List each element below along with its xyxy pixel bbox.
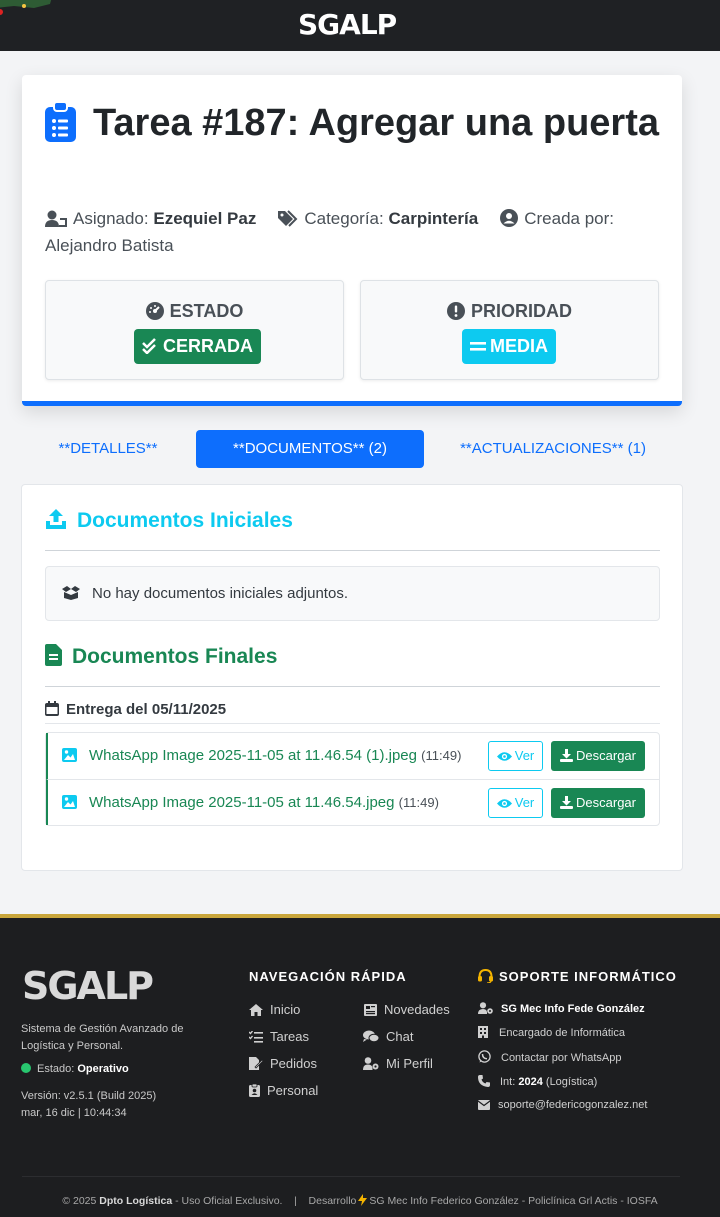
eye-icon [496,799,512,808]
footer-link-personal[interactable]: Personal [249,1083,318,1098]
footer: SGALP Sistema de Gestión Avanzado de Log… [0,914,720,1217]
tab-actualizaciones[interactable]: **ACTUALIZACIONES** (1) [440,430,666,468]
file-signature-icon [249,1057,264,1070]
footer-link-pedidos[interactable]: Pedidos [249,1056,317,1071]
footer-datetime: mar, 16 dic | 10:44:34 [21,1107,127,1119]
support-internal: Int: 2024 (Logística) [478,1075,597,1088]
calendar-icon [45,701,59,716]
footer-link-chat[interactable]: Chat [363,1029,413,1044]
prioridad-box: PRIORIDAD MEDIA [360,280,659,380]
view-button[interactable]: Ver [488,741,543,771]
task-title: Tarea #187: Agregar una puerta [93,102,659,144]
bolt-icon [358,1194,368,1206]
download-icon [560,796,574,809]
app-logo[interactable]: SGALP [298,8,397,41]
system-status: Estado: Operativo [21,1063,129,1075]
assigned-label: Asignado: [73,209,149,228]
documents-card: Documentos Iniciales No hay documentos i… [21,484,683,871]
category-value: Carpintería [388,209,479,228]
box-open-icon [62,586,80,600]
user-icon [45,210,67,227]
category-label: Categoría: [304,209,384,228]
equals-icon [470,342,486,351]
estado-label: ESTADO [46,301,343,322]
top-navbar: SGALP [0,0,720,51]
footer-link-novedades[interactable]: Novedades [363,1002,450,1017]
initial-docs-title: Documentos Iniciales [45,508,293,533]
status-dot-icon [21,1063,31,1073]
building-icon [478,1026,488,1038]
status-badge: CERRADA [134,329,261,364]
footer-link-tareas[interactable]: Tareas [248,1029,309,1044]
footer-copyright: © 2025 Dpto Logística - Uso Oficial Excl… [62,1194,658,1207]
priority-badge: MEDIA [462,329,556,364]
tasks-icon [248,1030,263,1043]
assigned-value: Ezequiel Paz [153,209,257,228]
nav-heading: NAVEGACIÓN RÁPIDA [249,969,407,984]
download-button[interactable]: Descargar [551,788,645,818]
envelope-icon [477,1100,491,1110]
prioridad-label: PRIORIDAD [361,301,658,322]
download-button[interactable]: Descargar [551,741,645,771]
footer-link-inicio[interactable]: Inicio [249,1002,300,1017]
upload-icon [46,509,66,529]
footer-version: Versión: v2.5.1 (Build 2025) mar, 16 dic … [21,1090,157,1119]
eye-icon [496,752,512,761]
user-cog-icon [363,1057,379,1070]
footer-logo: SGALP [22,964,154,1008]
view-button[interactable]: Ver [488,788,543,818]
support-heading: SOPORTE INFORMÁTICO [478,968,677,984]
file-link[interactable]: WhatsApp Image 2025-11-05 at 11.46.54 (1… [89,747,461,764]
initial-docs-empty: No hay documentos iniciales adjuntos. [45,566,660,621]
comments-icon [363,1030,380,1043]
file-row: WhatsApp Image 2025-11-05 at 11.46.54.jp… [46,779,659,825]
exclamation-circle-icon [446,302,465,320]
task-header-card: Tarea #187: Agregar una puerta Asignado:… [22,75,682,406]
support-email-link[interactable]: soporte@federicogonzalez.net [477,1099,647,1111]
task-meta: Asignado: Ezequiel Paz Categoría: Carpint… [45,205,665,259]
delivery-date: Entrega del 05/11/2025 [45,701,226,718]
check-double-icon [142,338,156,355]
newspaper-icon [364,1004,377,1016]
footer-description: Sistema de Gestión Avanzado de Logística… [21,1023,184,1052]
tab-documentos[interactable]: **DOCUMENTOS** (2) [196,430,424,468]
created-value: Alejandro Batista [45,236,174,255]
estado-box: ESTADO CERRADA [45,280,344,380]
file-link[interactable]: WhatsApp Image 2025-11-05 at 11.46.54.jp… [89,794,439,811]
user-circle-icon [500,209,519,227]
divider [45,723,660,724]
file-row: WhatsApp Image 2025-11-05 at 11.46.54 (1… [46,733,659,779]
final-docs-title: Documentos Finales [45,644,277,669]
clipboard-user-icon [249,1083,260,1097]
user-cog-icon [478,1002,493,1014]
footer-link-perfil[interactable]: Mi Perfil [363,1056,433,1071]
image-icon [62,748,77,762]
divider [45,686,660,687]
support-role: Encargado de Informática [478,1026,625,1039]
support-name: SG Mec Info Fede González [478,1002,645,1015]
gauge-icon [145,302,164,320]
file-list: WhatsApp Image 2025-11-05 at 11.46.54 (1… [45,732,660,826]
footer-divider [22,1176,680,1177]
divider [45,550,660,551]
download-icon [560,749,574,762]
support-whatsapp-link[interactable]: Contactar por WhatsApp [478,1050,621,1064]
christmas-garland-icon [0,0,52,15]
tags-icon [278,210,298,227]
phone-icon [478,1075,490,1087]
created-label: Creada por: [524,209,614,228]
whatsapp-icon [478,1050,491,1063]
tab-detalles[interactable]: **DETALLES** [22,430,194,468]
image-icon [62,795,77,809]
headset-icon [478,968,493,984]
home-icon [249,1004,263,1016]
file-alt-icon [45,644,62,666]
